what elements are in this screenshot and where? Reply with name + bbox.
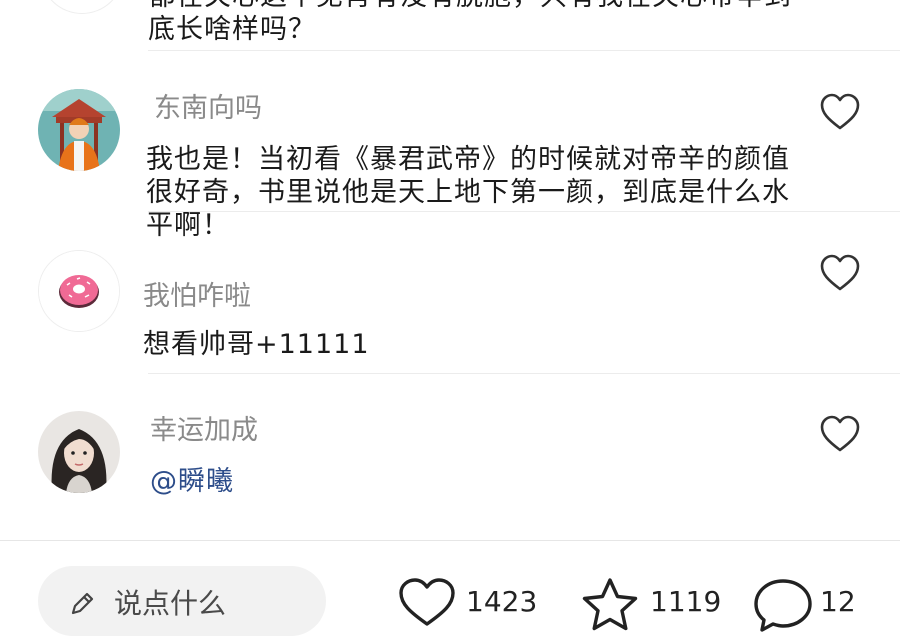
star-icon [582, 578, 638, 631]
comment-username[interactable]: 幸运加成 [150, 414, 258, 448]
avatar[interactable] [40, 0, 124, 14]
bottom-action-bar: 说点什么 1423 1119 12 [0, 540, 900, 636]
like-count: 1423 [466, 585, 538, 618]
comment-input-placeholder: 说点什么 [114, 587, 227, 620]
like-button[interactable]: 1423 [398, 577, 558, 627]
comment-input[interactable]: 说点什么 [38, 566, 326, 636]
comment-username[interactable]: 我怕咋啦 [143, 280, 251, 314]
comment-username[interactable]: 东南向吗 [154, 92, 262, 126]
divider [148, 373, 900, 374]
favorite-count: 1119 [650, 585, 722, 618]
comment-text: 我也是！当初看《暴君武帝》的时候就对帝辛的颜值很好奇，书里说他是天上地下第一颜，… [146, 144, 790, 241]
comment-text: 都在关心这个见肖有没有脱胞，只有我在关心帝辛到 底长啥样吗？ [148, 0, 791, 45]
favorite-button[interactable]: 1119 [580, 577, 740, 631]
pencil-icon [71, 592, 94, 615]
comment-count: 12 [820, 585, 856, 618]
comment-text-mention[interactable]: @瞬曦 [150, 465, 450, 498]
comment-bubble-icon [754, 579, 812, 632]
avatar[interactable] [38, 250, 120, 332]
heart-icon [399, 578, 455, 626]
avatar[interactable] [38, 411, 120, 493]
comment-button[interactable]: 12 [752, 577, 900, 632]
divider [148, 211, 900, 212]
divider [148, 50, 900, 51]
avatar[interactable] [38, 89, 120, 171]
like-heart-icon[interactable] [820, 415, 860, 453]
comment-text: 想看帅哥+11111 [143, 329, 370, 360]
like-heart-icon[interactable] [820, 254, 860, 292]
like-heart-icon[interactable] [820, 93, 860, 131]
